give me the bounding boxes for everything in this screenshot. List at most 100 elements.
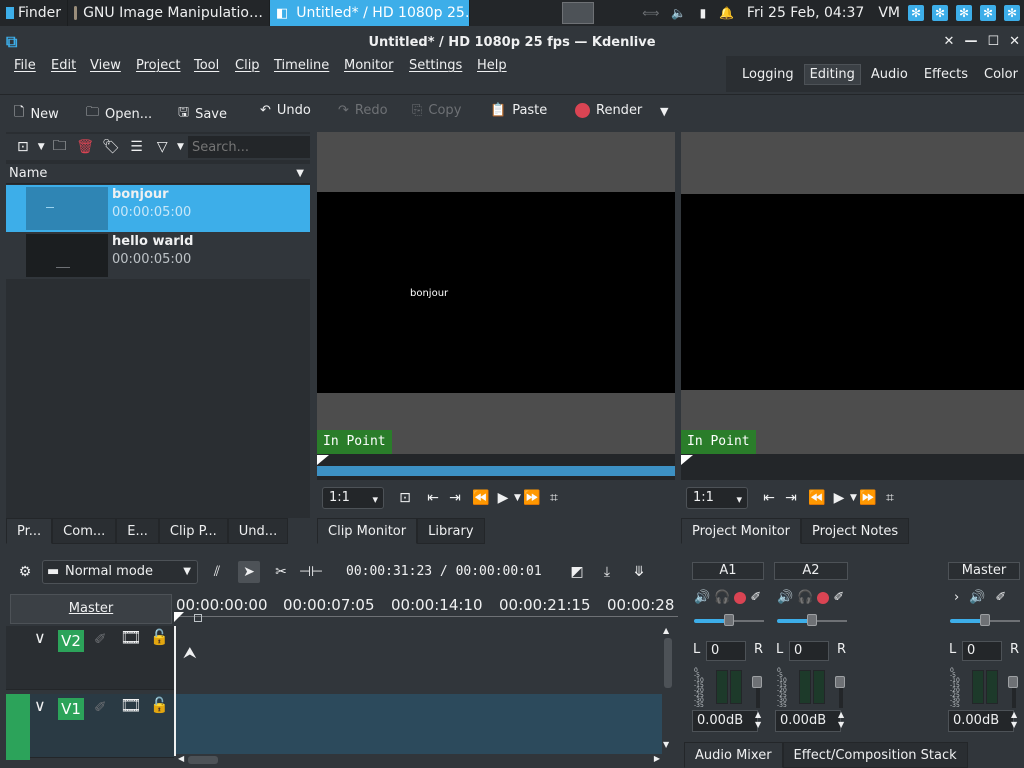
tab-library[interactable]: Library <box>417 518 485 544</box>
menu-help[interactable]: Help <box>477 58 507 73</box>
bin-search-input[interactable] <box>187 136 310 158</box>
new-button[interactable]: 🗋 New <box>14 103 59 125</box>
menu-timeline[interactable]: Timeline <box>274 58 329 73</box>
layout-color[interactable]: Color <box>978 64 1024 85</box>
tag-icon[interactable]: 🏷 <box>100 136 122 158</box>
zoom-fit-icon[interactable]: ◩ <box>566 561 588 583</box>
tab-effect-stack[interactable]: Effect/Composition Stack <box>782 742 968 768</box>
tab-clip-properties[interactable]: Clip P... <box>158 518 228 544</box>
render-dropdown-icon[interactable]: ▼ <box>660 105 668 118</box>
desktop-pager[interactable] <box>562 2 594 24</box>
gear-icon[interactable]: ✻ <box>932 5 948 21</box>
video-track-icon[interactable]: 🎞 <box>120 696 142 716</box>
set-in-icon[interactable]: ⇤ <box>758 487 780 509</box>
db-spin-icon[interactable]: ▲ ▼ <box>838 710 844 730</box>
menu-project[interactable]: Project <box>136 58 180 73</box>
add-folder-icon[interactable]: 🗀 <box>49 136 71 158</box>
insert-icon[interactable]: ⤓ <box>596 561 618 583</box>
add-clip-icon[interactable]: ⊡ <box>12 136 34 158</box>
timeline-settings-icon[interactable]: ⚙ <box>14 561 36 583</box>
collapse-track-icon[interactable]: ∨ <box>34 628 46 647</box>
add-clip-dropdown-icon[interactable]: ▼ <box>38 142 45 152</box>
open-button[interactable]: 🗀 Open... <box>86 103 152 125</box>
collapse-track-icon[interactable]: ∨ <box>34 696 46 715</box>
maximize-icon[interactable]: ☐ <box>987 34 999 49</box>
monitor-effects-icon[interactable]: ✐ <box>995 590 1006 605</box>
notifications-icon[interactable]: 🔔 <box>719 5 735 21</box>
play-dropdown-icon[interactable]: ▼ <box>514 493 521 503</box>
network-icon[interactable]: ⟺ <box>639 5 663 21</box>
pan-value[interactable]: 0 <box>789 641 829 661</box>
menu-settings[interactable]: Settings <box>409 58 462 73</box>
forward-icon[interactable]: ⏩ <box>521 487 543 509</box>
record-icon[interactable] <box>734 592 747 604</box>
pan-value[interactable]: 0 <box>706 641 746 661</box>
track-area-v1[interactable] <box>176 694 662 760</box>
sort-dropdown-icon[interactable]: ▼ <box>296 164 304 184</box>
zone-marker[interactable] <box>194 614 202 622</box>
solo-headphones-icon[interactable]: 🎧 <box>797 590 813 605</box>
layout-effects[interactable]: Effects <box>918 64 974 85</box>
volume-icon[interactable]: 🔈 <box>671 5 687 21</box>
close-icon[interactable]: ✕ <box>944 34 955 49</box>
tab-audio-mixer[interactable]: Audio Mixer <box>684 742 783 768</box>
mute-icon[interactable]: 🔊 <box>969 590 985 605</box>
menu-file[interactable]: File <box>14 58 36 73</box>
set-in-icon[interactable]: ⇤ <box>422 487 444 509</box>
clip-monitor-ruler[interactable] <box>317 466 675 476</box>
tab-project-monitor[interactable]: Project Monitor <box>681 518 802 544</box>
channel-db-value[interactable]: 0.00dB <box>692 710 758 732</box>
mute-icon[interactable]: 🔊 <box>694 590 710 605</box>
copy-button[interactable]: ⎘ Copy <box>412 103 461 118</box>
menu-view[interactable]: View <box>90 58 121 73</box>
tab-undo-history[interactable]: Und... <box>227 518 289 544</box>
render-button[interactable]: Render <box>575 103 642 118</box>
edit-mode-select[interactable]: ▬ Normal mode ▼ <box>42 560 198 584</box>
track-name[interactable]: V2 <box>58 630 84 652</box>
gain-fader-knob[interactable] <box>1008 676 1018 688</box>
razor-multi-icon[interactable]: ⫽ <box>206 561 228 583</box>
timeline-playhead-marker[interactable] <box>174 612 184 622</box>
gear-icon[interactable]: ✻ <box>908 5 924 21</box>
bin-clip-row[interactable]: hello warld 00:00:05:00 <box>6 232 310 279</box>
db-spin-icon[interactable]: ▲ ▼ <box>755 710 761 730</box>
tab-project-notes[interactable]: Project Notes <box>801 518 910 544</box>
minimize-icon[interactable]: — <box>964 34 977 49</box>
track-area-v2[interactable] <box>176 626 662 692</box>
db-spin-icon[interactable]: ▲ ▼ <box>1011 710 1017 730</box>
battery-icon[interactable]: ▮ <box>695 5 711 21</box>
close-window-icon[interactable]: ✕ <box>1009 34 1020 49</box>
crop-icon[interactable]: ⌗ <box>543 487 565 509</box>
layout-logging[interactable]: Logging <box>736 64 800 85</box>
clip-monitor-video[interactable]: bonjour <box>317 192 675 393</box>
lock-icon[interactable]: 🔓 <box>150 628 169 646</box>
taskbar-task-finder[interactable]: Finder <box>0 0 68 26</box>
solo-headphones-icon[interactable]: 🎧 <box>714 590 730 605</box>
spacer-tool-icon[interactable]: ⊣⊢ <box>299 561 323 583</box>
gain-fader-knob[interactable] <box>752 676 762 688</box>
tab-compositions[interactable]: Com... <box>52 518 117 544</box>
video-track-icon[interactable]: 🎞 <box>120 628 142 648</box>
save-button[interactable]: 🖫 Save <box>178 103 227 125</box>
scroll-up-icon[interactable]: ▲ <box>663 626 669 635</box>
tab-effects[interactable]: E... <box>116 518 159 544</box>
overwrite-icon[interactable]: ⤋ <box>628 561 650 583</box>
taskbar-task-kdenlive[interactable]: ◧ Untitled* / HD 1080p 25… <box>270 0 470 26</box>
delete-icon[interactable]: 🗑 <box>74 136 96 158</box>
list-view-icon[interactable]: ☰ <box>126 136 148 158</box>
select-tool-icon[interactable]: ➤ <box>238 561 260 583</box>
gear-icon[interactable]: ✻ <box>980 5 996 21</box>
paste-button[interactable]: 📋 Paste <box>490 103 547 118</box>
volume-slider-knob[interactable] <box>724 614 734 626</box>
menu-monitor[interactable]: Monitor <box>344 58 393 73</box>
clock[interactable]: Fri 25 Feb, 04:37 <box>747 5 864 21</box>
layout-audio[interactable]: Audio <box>865 64 914 85</box>
tab-project-bin[interactable]: Pr... <box>6 518 53 544</box>
scroll-down-icon[interactable]: ▼ <box>663 740 669 749</box>
master-button[interactable]: Master <box>10 594 172 624</box>
effects-icon[interactable]: ✐ <box>94 698 107 716</box>
bin-column-header[interactable]: Name ▼ <box>6 164 310 184</box>
rewind-icon[interactable]: ⏪ <box>470 487 492 509</box>
monitor-effects-icon[interactable]: ✐ <box>750 590 761 605</box>
project-monitor-ruler[interactable] <box>681 454 1024 480</box>
